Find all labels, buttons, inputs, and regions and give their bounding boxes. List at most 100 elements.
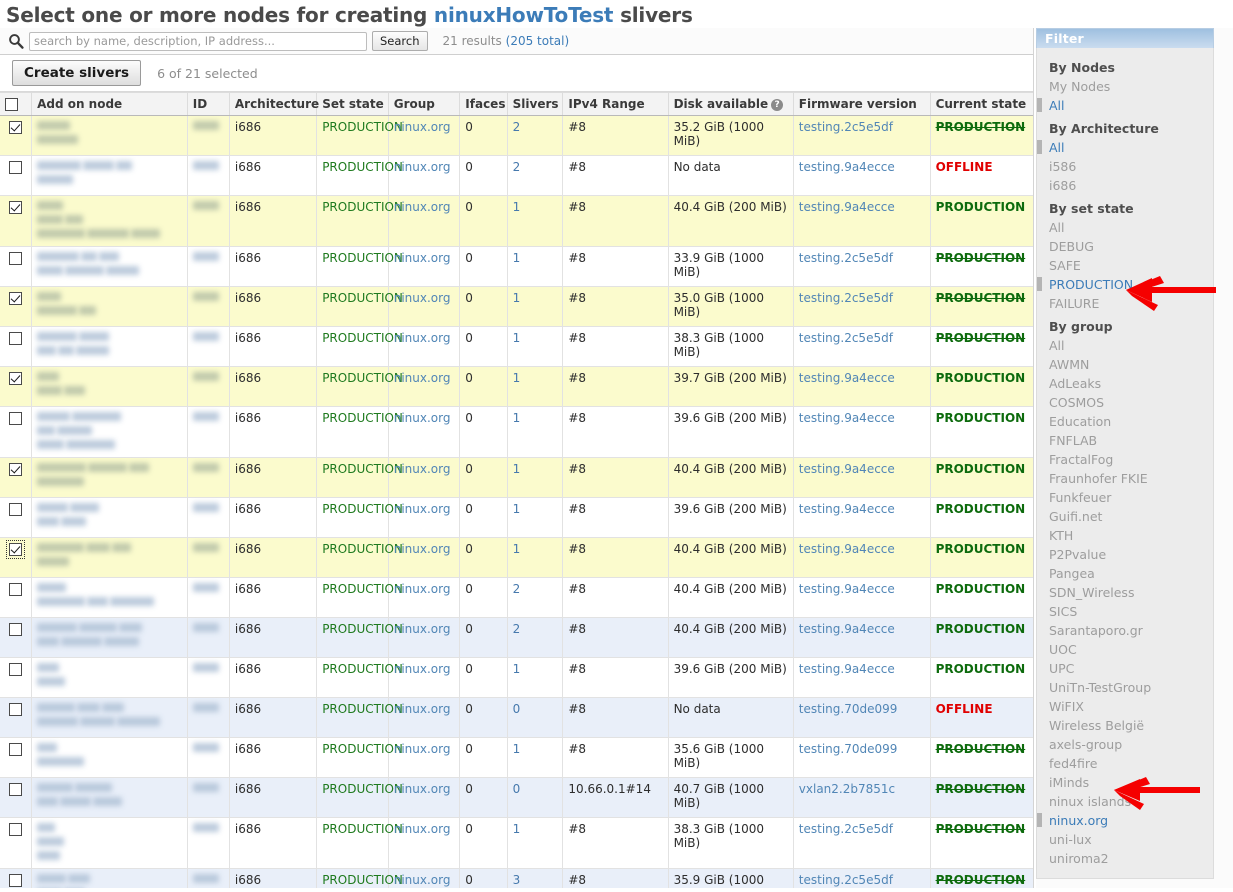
- column-header-id[interactable]: ID: [187, 93, 229, 116]
- row-select-checkbox[interactable]: [9, 412, 22, 425]
- row-select-cell[interactable]: [0, 287, 32, 327]
- filter-item-fraunhofer-fkie[interactable]: Fraunhofer FKIE: [1037, 469, 1213, 488]
- filter-item-fnflab[interactable]: FNFLAB: [1037, 431, 1213, 450]
- filter-item-uniroma2[interactable]: uniroma2: [1037, 849, 1213, 868]
- slivers-cell[interactable]: 2: [507, 618, 563, 658]
- filter-item-all[interactable]: All: [1037, 218, 1213, 237]
- firmware-version-cell[interactable]: testing.9a4ecce: [793, 538, 930, 578]
- row-select-checkbox[interactable]: [9, 874, 22, 887]
- filter-item-sics[interactable]: SICS: [1037, 602, 1213, 621]
- slivers-cell[interactable]: 1: [507, 458, 563, 498]
- table-row[interactable]: i686PRODUCTIONninux.org01#833.9 GiB (100…: [0, 247, 1034, 287]
- filter-item-kth[interactable]: KTH: [1037, 526, 1213, 545]
- filter-item-guifi-net[interactable]: Guifi.net: [1037, 507, 1213, 526]
- row-select-cell[interactable]: [0, 116, 32, 156]
- slivers-cell[interactable]: 1: [507, 287, 563, 327]
- row-select-cell[interactable]: [0, 738, 32, 778]
- slivers-cell[interactable]: 1: [507, 498, 563, 538]
- row-select-cell[interactable]: [0, 778, 32, 818]
- filter-item-ninux-org[interactable]: ninux.org: [1037, 811, 1213, 830]
- firmware-version-cell[interactable]: testing.9a4ecce: [793, 458, 930, 498]
- node-name-cell[interactable]: [32, 658, 188, 698]
- row-select-checkbox[interactable]: [9, 583, 22, 596]
- filter-item-p2pvalue[interactable]: P2Pvalue: [1037, 545, 1213, 564]
- row-select-checkbox[interactable]: [9, 121, 22, 134]
- slivers-cell[interactable]: 1: [507, 538, 563, 578]
- row-select-cell[interactable]: [0, 818, 32, 869]
- row-select-checkbox[interactable]: [9, 161, 22, 174]
- filter-item-all[interactable]: All: [1037, 138, 1213, 157]
- firmware-version-cell[interactable]: testing.2c5e5df: [793, 116, 930, 156]
- slivers-cell[interactable]: 0: [507, 778, 563, 818]
- filter-item-safe[interactable]: SAFE: [1037, 256, 1213, 275]
- firmware-version-cell[interactable]: vxlan2.2b7851c: [793, 778, 930, 818]
- node-name-cell[interactable]: [32, 156, 188, 196]
- table-row[interactable]: i686PRODUCTIONninux.org02#8No datatestin…: [0, 156, 1034, 196]
- firmware-version-cell[interactable]: testing.70de099: [793, 698, 930, 738]
- slivers-cell[interactable]: 2: [507, 116, 563, 156]
- column-header-ifaces[interactable]: Ifaces: [460, 93, 507, 116]
- node-name-cell[interactable]: [32, 287, 188, 327]
- table-row[interactable]: i686PRODUCTIONninux.org02#835.2 GiB (100…: [0, 116, 1034, 156]
- column-header-firmware-version[interactable]: Firmware version: [793, 93, 930, 116]
- column-header-current-state[interactable]: Current state: [930, 93, 1034, 116]
- firmware-version-cell[interactable]: testing.9a4ecce: [793, 578, 930, 618]
- row-select-checkbox[interactable]: [9, 703, 22, 716]
- table-row[interactable]: i686PRODUCTIONninux.org02#840.4 GiB (200…: [0, 618, 1034, 658]
- column-header-add-on-node[interactable]: Add on node: [32, 93, 188, 116]
- node-name-cell[interactable]: [32, 196, 188, 247]
- slivers-cell[interactable]: 2: [507, 578, 563, 618]
- filter-item-education[interactable]: Education: [1037, 412, 1213, 431]
- filter-item-production[interactable]: PRODUCTION: [1037, 275, 1213, 294]
- row-select-cell[interactable]: [0, 698, 32, 738]
- node-name-cell[interactable]: [32, 778, 188, 818]
- table-row[interactable]: i686PRODUCTIONninux.org01#840.4 GiB (200…: [0, 458, 1034, 498]
- node-name-cell[interactable]: [32, 458, 188, 498]
- filter-item-funkfeuer[interactable]: Funkfeuer: [1037, 488, 1213, 507]
- filter-item-upc[interactable]: UPC: [1037, 659, 1213, 678]
- firmware-version-cell[interactable]: testing.2c5e5df: [793, 818, 930, 869]
- row-select-cell[interactable]: [0, 498, 32, 538]
- filter-item-awmn[interactable]: AWMN: [1037, 355, 1213, 374]
- table-row[interactable]: i686PRODUCTIONninux.org01#838.3 GiB (100…: [0, 818, 1034, 869]
- filter-item-debug[interactable]: DEBUG: [1037, 237, 1213, 256]
- row-select-cell[interactable]: [0, 156, 32, 196]
- row-select-cell[interactable]: [0, 247, 32, 287]
- firmware-version-cell[interactable]: testing.2c5e5df: [793, 869, 930, 889]
- table-row[interactable]: i686PRODUCTIONninux.org01#835.0 GiB (100…: [0, 287, 1034, 327]
- table-row[interactable]: i686PRODUCTIONninux.org01#839.7 GiB (200…: [0, 367, 1034, 407]
- slivers-cell[interactable]: 1: [507, 407, 563, 458]
- row-select-checkbox[interactable]: [9, 663, 22, 676]
- group-cell[interactable]: ninux.org: [388, 778, 460, 818]
- group-cell[interactable]: ninux.org: [388, 818, 460, 869]
- firmware-version-cell[interactable]: testing.9a4ecce: [793, 196, 930, 247]
- table-row[interactable]: i686PRODUCTIONninux.org01#839.6 GiB (200…: [0, 498, 1034, 538]
- filter-item-adleaks[interactable]: AdLeaks: [1037, 374, 1213, 393]
- firmware-version-cell[interactable]: testing.9a4ecce: [793, 407, 930, 458]
- node-name-cell[interactable]: [32, 407, 188, 458]
- node-name-cell[interactable]: [32, 247, 188, 287]
- filter-item-wifix[interactable]: WiFIX: [1037, 697, 1213, 716]
- table-row[interactable]: i686PRODUCTIONninux.org01#835.6 GiB (100…: [0, 738, 1034, 778]
- row-select-checkbox[interactable]: [9, 623, 22, 636]
- group-cell[interactable]: ninux.org: [388, 458, 460, 498]
- firmware-version-cell[interactable]: testing.2c5e5df: [793, 287, 930, 327]
- row-select-checkbox[interactable]: [9, 823, 22, 836]
- row-select-cell[interactable]: [0, 196, 32, 247]
- slivers-cell[interactable]: 1: [507, 818, 563, 869]
- group-cell[interactable]: ninux.org: [388, 327, 460, 367]
- column-header-slivers[interactable]: Slivers: [507, 93, 563, 116]
- row-select-cell[interactable]: [0, 407, 32, 458]
- slivers-cell[interactable]: 0: [507, 698, 563, 738]
- column-header-architecture[interactable]: Architecture: [229, 93, 316, 116]
- filter-item-failure[interactable]: FAILURE: [1037, 294, 1213, 313]
- row-select-cell[interactable]: [0, 618, 32, 658]
- create-slivers-button[interactable]: Create slivers: [12, 60, 141, 86]
- node-name-cell[interactable]: [32, 116, 188, 156]
- slivers-cell[interactable]: 1: [507, 738, 563, 778]
- node-name-cell[interactable]: [32, 869, 188, 889]
- group-cell[interactable]: ninux.org: [388, 538, 460, 578]
- filter-item-all[interactable]: All: [1037, 336, 1213, 355]
- row-select-checkbox[interactable]: [9, 292, 22, 305]
- nodes-table-scroll[interactable]: Add on node ID Architecture Set state Gr…: [0, 92, 1034, 888]
